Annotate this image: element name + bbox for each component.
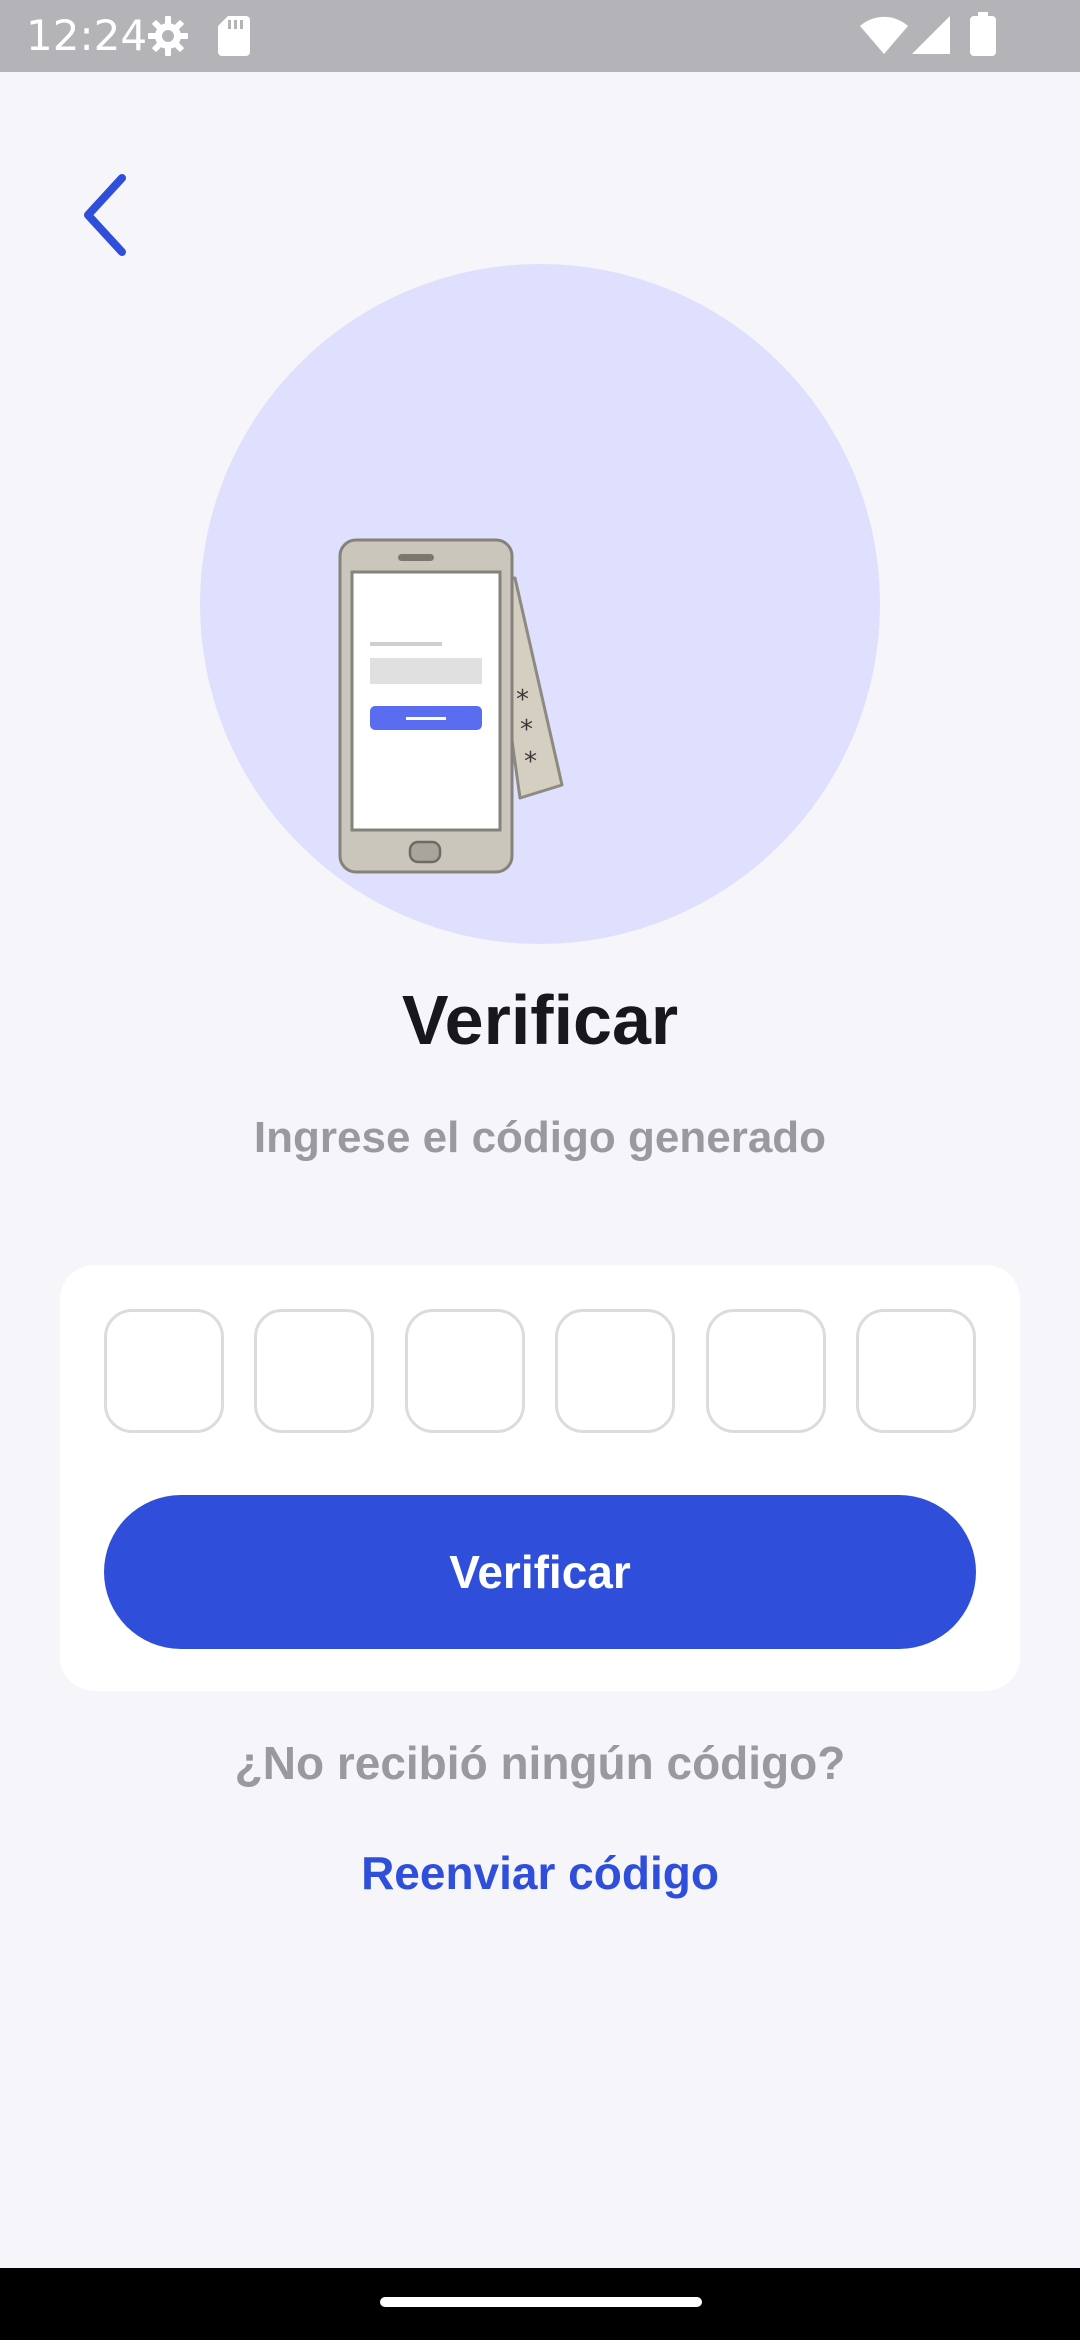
code-digit-6-input[interactable] <box>855 1309 976 1433</box>
no-code-prompt: ¿No recibió ningún código? <box>234 1737 846 1789</box>
home-gesture-handle[interactable] <box>380 2297 702 2307</box>
code-input-row <box>104 1309 976 1433</box>
verification-card: Verificar <box>60 1265 1020 1691</box>
settings-gear-icon <box>146 14 190 63</box>
svg-text:*: * <box>524 747 537 777</box>
back-button[interactable] <box>66 165 146 265</box>
code-digit-1-input[interactable] <box>104 1309 224 1433</box>
verify-button[interactable]: Verificar <box>104 1495 976 1649</box>
status-bar: 12:24 <box>0 0 1080 72</box>
battery-icon <box>970 12 996 61</box>
code-digit-4-input[interactable] <box>555 1309 676 1433</box>
code-digit-3-input[interactable] <box>404 1309 525 1433</box>
page-title: Verificar <box>401 981 679 1059</box>
sd-card-icon <box>218 16 250 61</box>
chevron-left-icon <box>84 174 126 256</box>
page-subtitle: Ingrese el código generado <box>253 1113 827 1162</box>
status-time: 12:24 <box>26 11 148 60</box>
code-digit-5-input[interactable] <box>705 1309 826 1433</box>
wifi-icon <box>860 16 908 61</box>
phone-with-code-card-illustration: * * * <box>330 530 570 885</box>
code-digit-2-input[interactable] <box>254 1309 375 1433</box>
resend-code-link[interactable]: Reenviar código <box>0 1845 1080 1901</box>
cellular-signal-icon <box>912 14 952 61</box>
svg-text:*: * <box>520 715 533 745</box>
svg-text:*: * <box>516 685 529 715</box>
